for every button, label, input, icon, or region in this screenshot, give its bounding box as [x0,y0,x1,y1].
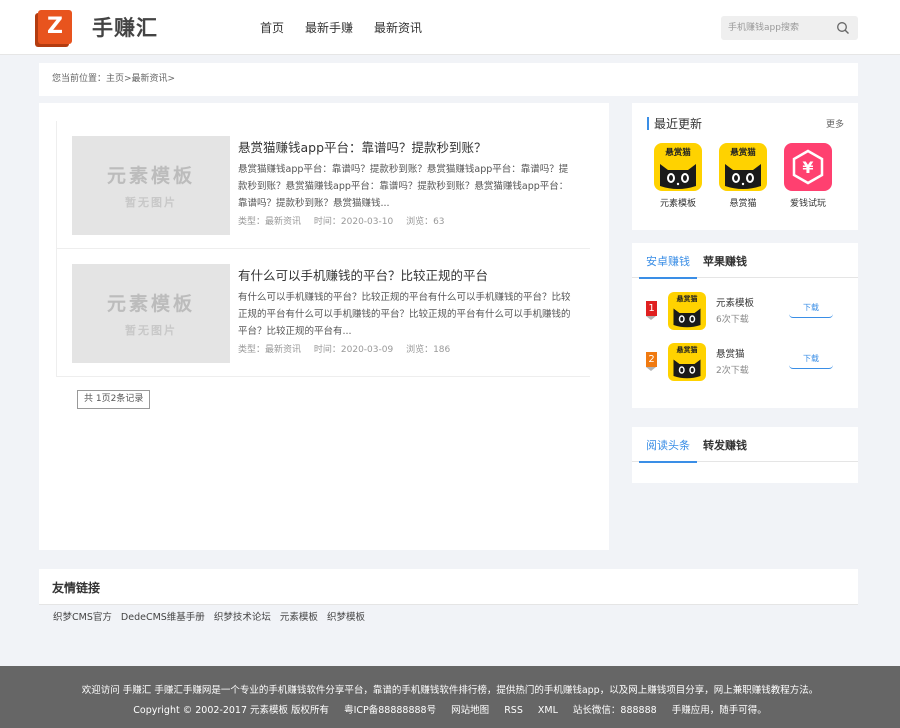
section-marker [647,117,649,130]
nav-home[interactable]: 首页 [260,19,284,36]
reading-tabs: 阅读头条 转发赚钱 [632,427,858,463]
article-meta: 类型：最新资讯 时间：2020-03-10 浏览：63 [238,214,455,227]
yen-app-icon: ¥ [784,143,832,191]
active-tab-underline [639,277,697,279]
friend-link[interactable]: DedeCMS维基手册 [121,612,205,623]
article-time: 时间：2020-03-09 [313,345,394,355]
article-type: 类型：最新资讯 [238,217,302,227]
download-button[interactable]: 下载 [789,350,833,369]
more-link[interactable]: 更多 [826,117,844,130]
webmaster-wechat: 站长微信：888888 [572,705,657,716]
article-summary: 悬赏猫赚钱app平台：靠谱吗？提款秒到账？悬赏猫赚钱app平台：靠谱吗？提款秒到… [238,164,569,209]
app-name: 元素模板 [659,199,696,209]
article-title[interactable]: 有什么可以手机赚钱的平台？比较正规的平台 [238,265,488,284]
search-input[interactable] [721,16,831,40]
rank-item[interactable]: 1 悬赏猫 元素模板 6次下载 下载 [632,292,858,334]
cat-app-icon: 悬赏猫 [668,343,706,381]
article-panel: 元素模板 暂无图片 悬赏猫赚钱app平台：靠谱吗？提款秒到账？ 悬赏猫赚钱app… [39,103,609,550]
footer-intro: 欢迎访问 手赚汇 手赚汇手赚网是一个专业的手机赚钱软件分享平台，靠谱的手机赚钱软… [81,685,819,696]
friend-links-header: 友情链接 [39,569,858,605]
logo-icon: Z [38,10,72,44]
rank-number-badge: 1 [646,301,657,320]
site-logo[interactable]: Z 手赚汇 [38,10,158,44]
article-thumbnail[interactable]: 元素模板 暂无图片 [72,136,230,235]
nav-latest-news[interactable]: 最新资讯 [374,19,422,36]
sitemap-link[interactable]: 网站地图 [451,705,489,716]
app-card[interactable]: ¥ 爱钱试玩 [778,143,838,209]
recent-updates-title: 最近更新 [654,117,703,131]
article-views: 浏览：63 [406,217,445,227]
friend-link[interactable]: 织梦CMS官方 [53,612,112,623]
tab-android[interactable]: 安卓赚钱 [646,253,690,269]
download-count: 2次下载 [716,366,749,376]
rank-item[interactable]: 2 悬赏猫 悬赏猫 2次下载 下载 [632,343,858,385]
footer-links: Copyright © 2002-2017 元素模板 版权所有 粤ICP备888… [0,702,900,716]
article-views: 浏览：186 [406,345,451,355]
icp-number[interactable]: 粤ICP备88888888号 [344,705,436,716]
app-card[interactable]: 悬赏猫 悬赏猫 [713,143,773,209]
article-type: 类型：最新资讯 [238,345,302,355]
article-item[interactable]: 元素模板 暂无图片 悬赏猫赚钱app平台：靠谱吗？提款秒到账？ 悬赏猫赚钱app… [57,121,590,249]
article-item[interactable]: 元素模板 暂无图片 有什么可以手机赚钱的平台？比较正规的平台 有什么可以手机赚钱… [57,249,590,377]
article-title[interactable]: 悬赏猫赚钱app平台：靠谱吗？提款秒到账？ [238,137,487,156]
rank-tabs: 安卓赚钱 苹果赚钱 [632,243,858,279]
site-header: Z 手赚汇 首页 最新手赚 最新资讯 [0,0,900,55]
cat-app-icon: 悬赏猫 [654,143,702,191]
download-rank-box: 安卓赚钱 苹果赚钱 1 悬赏猫 元素模板 6次下载 下载 2 悬赏猫 悬赏猫 2… [632,243,858,408]
slogan: 手赚应用，随手可得。 [671,705,767,716]
download-button[interactable]: 下载 [789,299,833,318]
site-name: 手赚汇 [92,16,158,40]
main-nav: 首页 最新手赚 最新资讯 [260,0,443,55]
rank-app-name[interactable]: 元素模板 [716,295,754,309]
download-count: 6次下载 [716,315,749,325]
friend-link[interactable]: 元素模板 [280,612,318,623]
article-list: 元素模板 暂无图片 悬赏猫赚钱app平台：靠谱吗？提款秒到账？ 悬赏猫赚钱app… [56,121,590,377]
active-tab-underline [639,461,697,463]
rss-link[interactable]: RSS [504,705,523,716]
svg-text:¥: ¥ [802,158,813,177]
cat-app-icon: 悬赏猫 [668,292,706,330]
rank-number-badge: 2 [646,352,657,371]
search-icon[interactable] [836,21,850,35]
copyright: Copyright © 2002-2017 元素模板 版权所有 [133,705,330,716]
breadcrumb[interactable]: 您当前位置：主页>最新资讯> [39,63,858,96]
recent-updates-box: 最近更新 更多 悬赏猫 元素模板 悬赏猫 悬赏猫 ¥ 爱钱试玩 [632,103,858,230]
nav-latest-earn[interactable]: 最新手赚 [305,19,353,36]
article-time: 时间：2020-03-10 [313,217,394,227]
app-name: 悬赏猫 [729,199,757,209]
app-name: 爱钱试玩 [789,199,826,209]
cat-app-icon: 悬赏猫 [719,143,767,191]
site-footer: 欢迎访问 手赚汇 手赚汇手赚网是一个专业的手机赚钱软件分享平台，靠谱的手机赚钱软… [0,666,900,728]
pagination-info: 共 1页2条记录 [77,390,151,409]
friend-links-title: 友情链接 [52,581,101,595]
app-card[interactable]: 悬赏猫 元素模板 [648,143,708,209]
tab-headlines[interactable]: 阅读头条 [646,437,690,453]
friend-links: 织梦CMS官方 DedeCMS维基手册 织梦技术论坛 元素模板 织梦模板 [53,609,371,623]
friend-link[interactable]: 织梦技术论坛 [214,612,271,623]
article-meta: 类型：最新资讯 时间：2020-03-09 浏览：186 [238,342,460,355]
article-summary: 有什么可以手机赚钱的平台？比较正规的平台有什么可以手机赚钱的平台？比较正规的平台… [238,292,571,337]
tab-ios[interactable]: 苹果赚钱 [703,253,747,269]
xml-link[interactable]: XML [538,705,558,716]
tab-share-earn[interactable]: 转发赚钱 [703,437,747,453]
friend-link[interactable]: 织梦模板 [327,612,365,623]
search-box [721,16,858,40]
article-thumbnail[interactable]: 元素模板 暂无图片 [72,264,230,363]
reading-box: 阅读头条 转发赚钱 [632,427,858,483]
rank-app-name[interactable]: 悬赏猫 [716,346,745,360]
